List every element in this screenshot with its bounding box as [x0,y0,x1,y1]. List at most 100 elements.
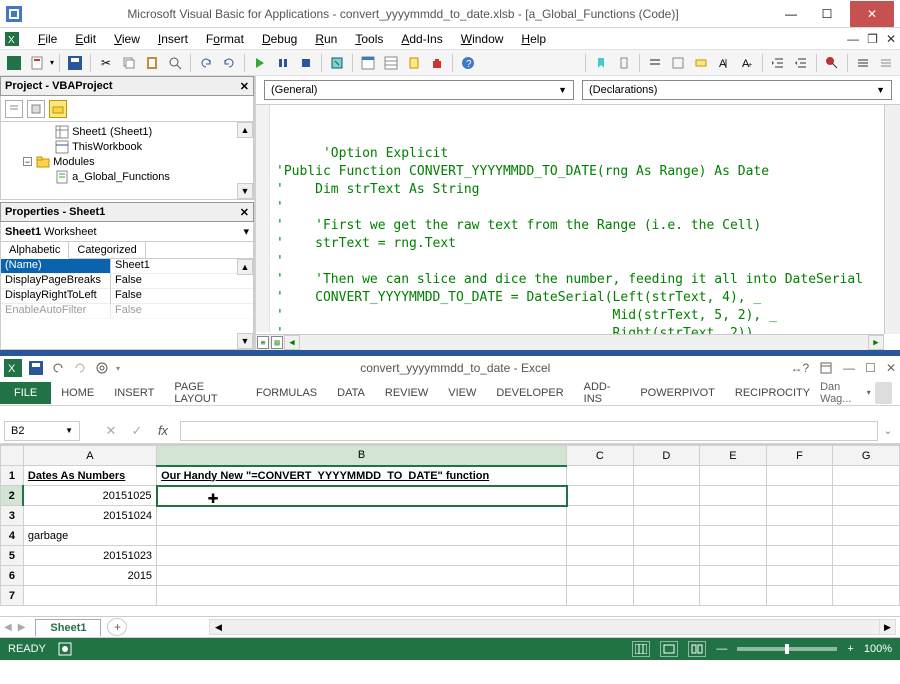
prop-row[interactable]: DisplayPageBreaksFalse [1,274,253,289]
cell[interactable]: Dates As Numbers [23,466,156,486]
cell[interactable] [157,566,567,586]
sheet-tab-sheet1[interactable]: Sheet1 [35,619,101,636]
tab-view[interactable]: VIEW [438,382,486,404]
list-properties-icon[interactable] [645,53,665,73]
cell[interactable] [833,566,900,586]
user-account[interactable]: Dan Wag... ▾ [820,381,892,405]
find-icon[interactable] [165,53,185,73]
cell[interactable] [567,466,634,486]
scroll-down-icon[interactable]: ▼ [237,333,253,349]
list-constants-icon[interactable] [668,53,688,73]
menu-debug[interactable]: Debug [254,30,305,48]
properties-object-combo[interactable]: Sheet1 Worksheet ▾ [0,222,254,242]
design-mode-icon[interactable] [327,53,347,73]
cell[interactable] [700,486,767,506]
cell[interactable] [567,546,634,566]
menu-tools[interactable]: Tools [347,30,391,48]
cell[interactable] [766,466,833,486]
scroll-left-icon[interactable]: ◀ [284,335,300,350]
cell[interactable] [700,586,767,606]
expand-formula-bar-icon[interactable]: ⌄ [880,424,896,437]
properties-icon[interactable] [381,53,401,73]
formula-input[interactable] [180,421,878,441]
tab-data[interactable]: DATA [327,382,375,404]
doc-minimize-button[interactable]: — [847,32,859,46]
cell[interactable] [766,486,833,506]
cell[interactable] [700,526,767,546]
full-module-view-icon[interactable]: ≡ [257,336,269,349]
prev-sheet-icon[interactable]: ◀ [4,622,12,633]
prop-row-name[interactable]: (Name)Sheet1 [1,259,253,274]
object-browser-icon[interactable] [404,53,424,73]
cell[interactable] [833,506,900,526]
clear-bookmarks-icon[interactable] [614,53,634,73]
maximize-button[interactable]: ☐ [814,4,840,24]
cell[interactable] [157,586,567,606]
cell[interactable]: garbage [23,526,156,546]
menu-view[interactable]: View [106,30,148,48]
tab-powerpivot[interactable]: POWERPIVOT [630,382,725,404]
toggle-folders-icon[interactable] [49,100,67,118]
col-header[interactable]: D [633,446,700,466]
view-excel-icon[interactable] [4,53,24,73]
page-break-view-icon[interactable] [688,641,706,657]
minimize-button[interactable]: — [843,361,855,375]
procedure-view-icon[interactable]: ▤ [271,336,283,349]
menu-edit[interactable]: Edit [67,30,104,48]
menu-file[interactable]: File [30,30,65,48]
cell[interactable] [833,546,900,566]
menu-window[interactable]: Window [453,30,512,48]
horizontal-scrollbar[interactable]: ≡ ▤ ◀ ▶ [256,334,884,350]
scroll-up-icon[interactable]: ▲ [237,122,253,138]
cell[interactable] [766,586,833,606]
cell[interactable] [700,506,767,526]
menu-run[interactable]: Run [307,30,345,48]
toolbox-icon[interactable] [427,53,447,73]
tab-formulas[interactable]: FORMULAS [246,382,327,404]
qat-undo-icon[interactable] [50,360,66,376]
tree-item-agf[interactable]: a_Global_Functions [1,169,253,184]
run-icon[interactable] [250,53,270,73]
cell[interactable] [633,566,700,586]
qat-redo-icon[interactable] [72,360,88,376]
row-header[interactable]: 6 [1,566,24,586]
tree-item-modules[interactable]: − Modules [1,154,253,169]
row-header[interactable]: 4 [1,526,24,546]
cell[interactable] [766,566,833,586]
comment-block-icon[interactable] [853,53,873,73]
tab-reciprocity[interactable]: RECIPROCITY [725,382,820,404]
scroll-right-icon[interactable]: ▶ [879,620,895,634]
cell[interactable] [833,466,900,486]
cell[interactable] [700,466,767,486]
col-header[interactable]: G [833,446,900,466]
record-macro-icon[interactable] [58,642,72,656]
redo-icon[interactable] [219,53,239,73]
cell[interactable] [567,506,634,526]
parameter-info-icon[interactable]: A [714,53,734,73]
cell[interactable] [766,526,833,546]
scroll-right-icon[interactable]: ▶ [868,335,884,350]
maximize-button[interactable]: ☐ [865,361,876,375]
tab-home[interactable]: HOME [51,382,104,404]
row-header[interactable]: 5 [1,546,24,566]
cell[interactable] [567,486,634,506]
zoom-in-button[interactable]: + [847,643,853,655]
cell[interactable] [700,566,767,586]
prop-row[interactable]: DisplayRightToLeftFalse [1,289,253,304]
cell[interactable] [633,466,700,486]
menu-format[interactable]: Format [198,30,252,48]
project-pane-close-icon[interactable]: ✕ [240,80,249,93]
view-code-icon[interactable] [5,100,23,118]
new-sheet-button[interactable]: + [107,618,127,636]
scroll-down-icon[interactable]: ▼ [237,183,253,199]
row-header[interactable]: 3 [1,506,24,526]
cell[interactable]: 20151025 [23,486,156,506]
tab-addins[interactable]: ADD-INS [574,376,631,410]
close-button[interactable]: ✕ [886,361,896,375]
code-procedure-combo[interactable]: (Declarations)▼ [582,80,892,100]
qat-save-icon[interactable] [28,360,44,376]
excel-grid[interactable]: A B C D E F G 1Dates As NumbersOur Handy… [0,444,900,616]
prop-row[interactable]: EnableAutoFilterFalse [1,304,253,319]
cell[interactable] [633,506,700,526]
bookmark-icon[interactable] [591,53,611,73]
